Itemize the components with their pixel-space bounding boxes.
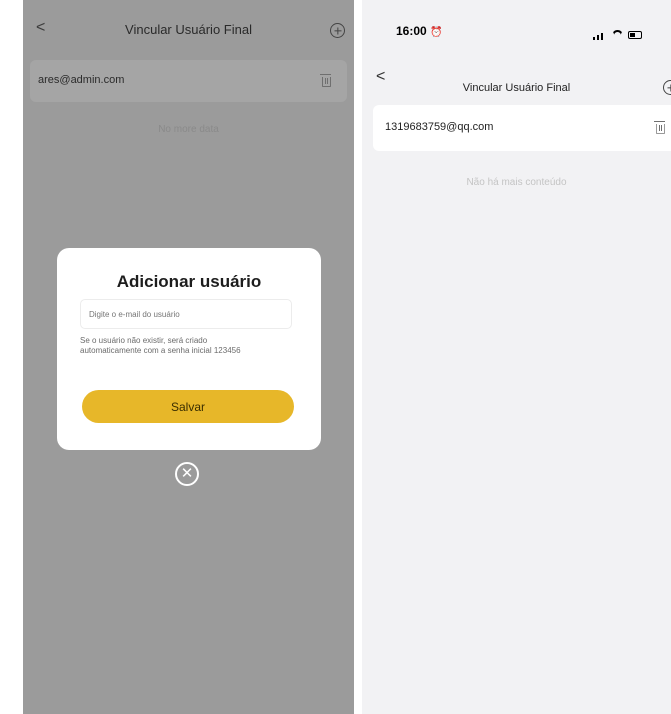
status-time: 16:00 ⏰: [396, 24, 443, 38]
right-add-user-icon[interactable]: [663, 80, 671, 95]
battery-icon: [628, 31, 642, 39]
left-user-row[interactable]: ares@admin.com: [30, 60, 347, 102]
signal-icon: [593, 32, 607, 40]
modal-title: Adicionar usuário: [116, 272, 262, 291]
save-button[interactable]: Salvar: [82, 390, 294, 423]
right-no-more-text: Não há mais conteúdo: [466, 177, 567, 188]
right-screen: 16:00 ⏰ < Vincular Usuário Final 1319683…: [362, 0, 671, 714]
left-header: < Vincular Usuário Final: [23, 0, 354, 56]
status-time-text: 16:00: [396, 24, 427, 38]
left-add-user-icon[interactable]: [330, 23, 345, 38]
left-delete-icon[interactable]: [320, 74, 331, 87]
right-user-row[interactable]: 1319683759@qq.com: [373, 105, 671, 151]
right-header: < Vincular Usuário Final: [362, 48, 671, 95]
wifi-icon: [612, 30, 623, 41]
right-delete-icon[interactable]: [654, 121, 665, 134]
left-no-more-text: No more data: [158, 124, 219, 135]
close-modal-icon[interactable]: ✕: [175, 462, 199, 486]
user-email-input[interactable]: [80, 299, 292, 329]
left-page-title: Vincular Usuário Final: [125, 22, 252, 37]
right-page-title: Vincular Usuário Final: [462, 82, 571, 94]
left-screen: < Vincular Usuário Final ares@admin.com …: [23, 0, 354, 714]
left-user-email: ares@admin.com: [38, 74, 125, 86]
modal-hint-text: Se o usuário não existir, será criado au…: [80, 336, 241, 355]
alarm-icon: ⏰: [430, 27, 443, 38]
add-user-modal: Adicionar usuário Se o usuário não exist…: [57, 248, 321, 450]
right-user-email: 1319683759@qq.com: [385, 121, 494, 133]
